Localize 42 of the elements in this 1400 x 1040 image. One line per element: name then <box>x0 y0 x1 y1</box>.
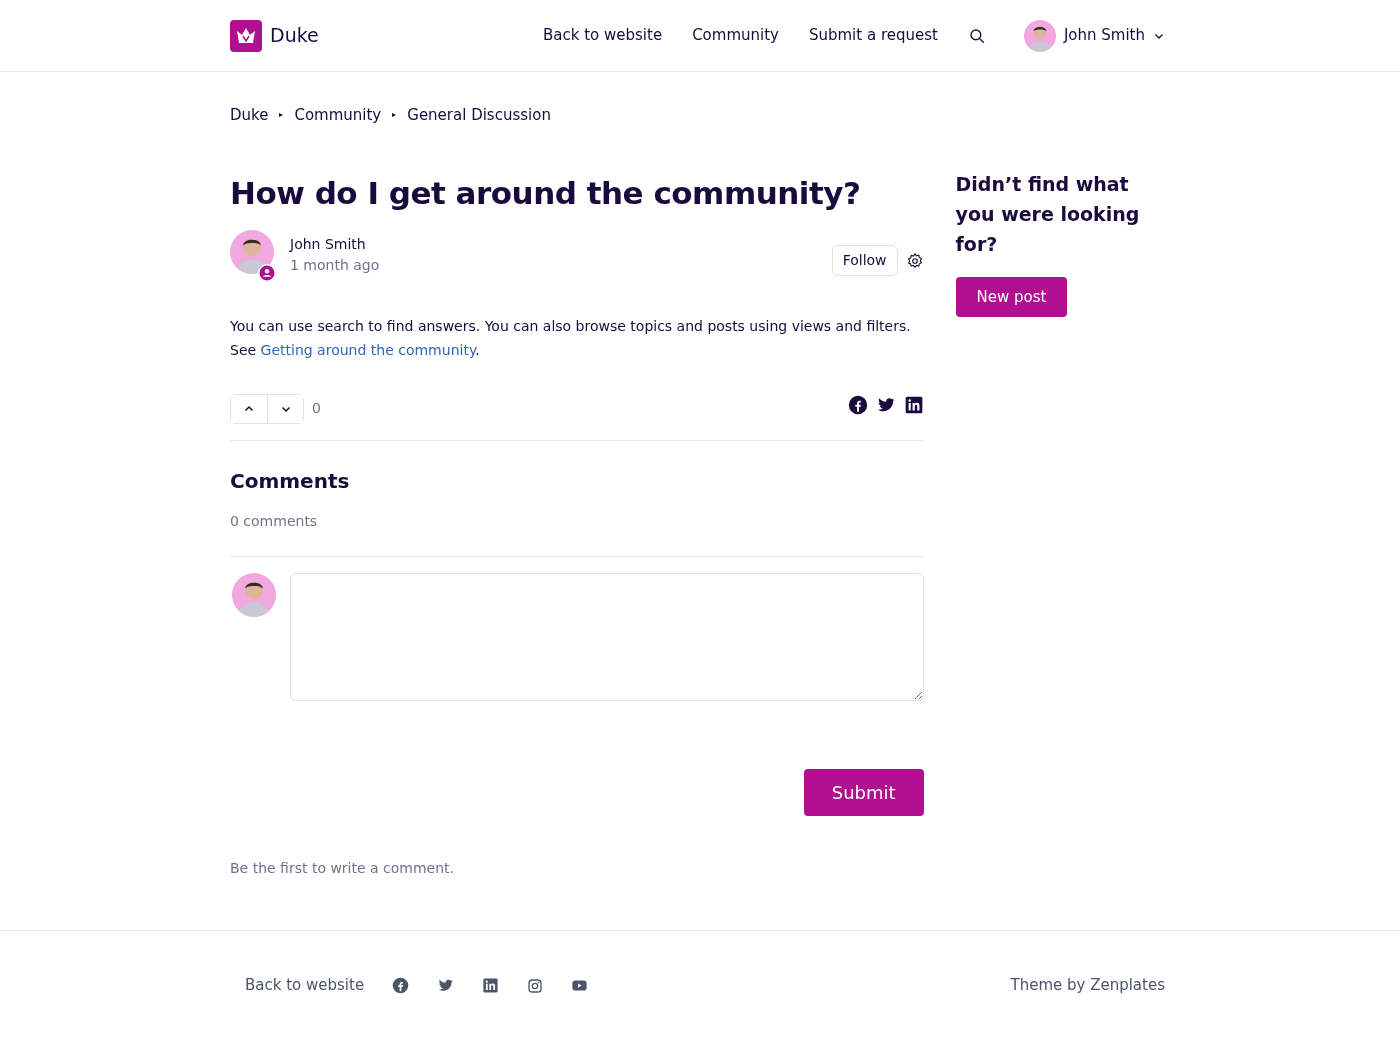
nav-link[interactable]: Back to website <box>543 24 663 47</box>
author-name: John Smith <box>290 234 367 254</box>
brand-name: Duke <box>270 23 319 49</box>
breadcrumb-link[interactable]: Community <box>294 104 382 127</box>
commenter-avatar <box>232 572 276 617</box>
comment-field[interactable] <box>290 572 924 701</box>
article-link[interactable]: Getting around the community <box>260 341 476 358</box>
facebook-icon[interactable] <box>847 394 868 415</box>
downvote-button[interactable] <box>267 394 303 423</box>
user-avatar <box>1023 19 1056 52</box>
caret-right-icon <box>278 111 285 120</box>
submit-button[interactable]: Submit <box>803 768 924 816</box>
logo-icon <box>230 19 262 52</box>
empty-comments-text: Be the first to write a comment. <box>230 858 456 878</box>
author-avatar <box>230 229 274 274</box>
facebook-icon[interactable] <box>392 977 410 994</box>
user-badge-icon <box>258 263 276 282</box>
linkedin-icon[interactable] <box>482 977 500 994</box>
new-post-button[interactable]: New post <box>955 276 1068 317</box>
breadcrumb-link[interactable]: Duke <box>230 104 269 127</box>
nav-link[interactable]: Community <box>692 24 779 47</box>
comments-heading: Comments <box>230 468 351 493</box>
search-icon[interactable] <box>967 26 986 45</box>
instagram-icon[interactable] <box>527 977 544 994</box>
brand-link[interactable]: Duke <box>230 19 319 52</box>
follow-button[interactable]: Follow <box>831 245 898 277</box>
twitter-icon[interactable] <box>437 977 455 994</box>
sidebar-heading: Didn’t find what you were looking for? <box>955 171 1141 257</box>
user-name: John Smith <box>1063 25 1145 47</box>
caret-right-icon <box>391 111 398 120</box>
nav-link[interactable]: Submit a request <box>808 24 938 47</box>
breadcrumb-link[interactable]: General Discussion <box>407 104 551 127</box>
post-time: 1 month ago <box>290 255 380 275</box>
linkedin-icon[interactable] <box>903 394 924 415</box>
settings-icon[interactable] <box>905 251 924 270</box>
comment-count: 0 comments <box>230 511 319 531</box>
post-body: You can use search to find answers. You can also browse topics and posts using views and filters. See Getting around the community. <box>230 316 912 360</box>
user-menu[interactable]: John Smith <box>1023 19 1165 52</box>
post-title: How do I get around the community? <box>230 174 862 212</box>
footer-link[interactable]: Back to website <box>245 974 365 997</box>
vote-count: 0 <box>312 399 321 419</box>
theme-credit: Theme by Zenplates <box>1010 975 1165 997</box>
